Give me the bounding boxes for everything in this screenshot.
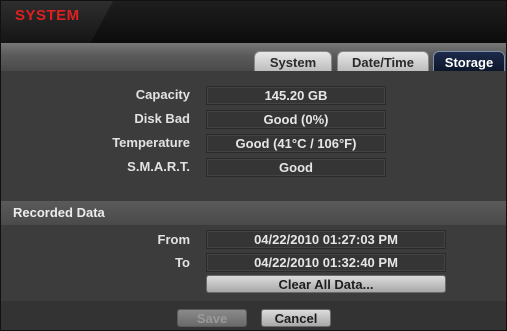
temperature-label: Temperature xyxy=(112,135,190,150)
from-label: From xyxy=(157,232,191,247)
smart-label: S.M.A.R.T. xyxy=(127,159,190,174)
tab-storage[interactable]: Storage xyxy=(433,51,505,73)
capacity-label: Capacity xyxy=(135,87,190,102)
tab-date-time[interactable]: Date/Time xyxy=(337,51,429,73)
temperature-value: Good (41°C / 106°F) xyxy=(206,134,386,153)
save-button[interactable]: Save xyxy=(177,309,247,327)
cancel-button[interactable]: Cancel xyxy=(261,309,331,327)
to-label: To xyxy=(175,255,190,270)
system-dialog: SYSTEM System Date/Time Storage Capacity… xyxy=(0,0,507,331)
title-bar: SYSTEM xyxy=(1,1,506,43)
tab-system[interactable]: System xyxy=(254,51,332,73)
disk-bad-value: Good (0%) xyxy=(206,110,386,129)
disk-bad-label: Disk Bad xyxy=(134,111,190,126)
dialog-footer xyxy=(1,301,506,330)
clear-all-data-button[interactable]: Clear All Data... xyxy=(206,275,446,293)
from-value: 04/22/2010 01:27:03 PM xyxy=(206,230,446,249)
to-value: 04/22/2010 01:32:40 PM xyxy=(206,253,446,272)
smart-value: Good xyxy=(206,158,386,177)
window-title: SYSTEM xyxy=(15,7,80,24)
recorded-data-heading: Recorded Data xyxy=(13,205,105,220)
capacity-value: 145.20 GB xyxy=(206,86,386,105)
recorded-data-header: Recorded Data xyxy=(1,201,506,225)
